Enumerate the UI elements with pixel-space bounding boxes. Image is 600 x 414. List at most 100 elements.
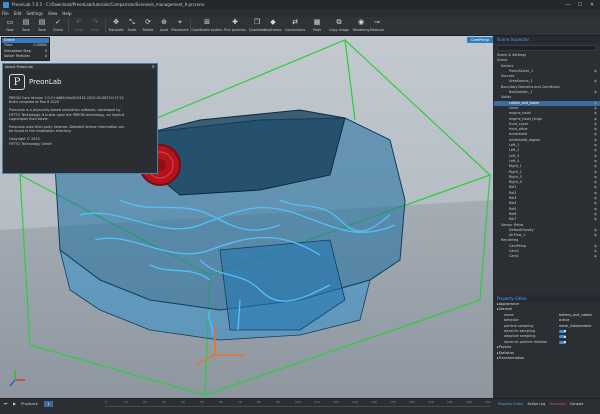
property-section-header[interactable]: ▸ Transformation xyxy=(494,356,600,361)
menu-settings[interactable]: Settings xyxy=(26,11,42,16)
placement-icon: ⌖ xyxy=(178,17,182,26)
frame-input[interactable]: 1 xyxy=(43,400,53,407)
timeline-tick-label: 30 xyxy=(162,400,166,404)
scene-info-panel: Scene Time 0.0000s Simulation Step 0 Solve… xyxy=(1,37,50,61)
menu-help[interactable]: Help xyxy=(62,11,71,16)
timeline-tick-label: 130 xyxy=(352,400,358,404)
toolbar-save-button[interactable]: ▤ Save xyxy=(34,17,50,35)
duplicate-icon: ❐ xyxy=(253,18,261,26)
tree-item-label: DefaultGravity xyxy=(509,227,534,232)
toolbar-coordinate-system-button[interactable]: ⊞ Coordinate system xyxy=(191,17,222,35)
tree-item-label: cables_and_tubes xyxy=(509,100,540,105)
timeline-tick-label: 40 xyxy=(181,400,185,404)
toolbar-undo-button[interactable]: ↶ Undo xyxy=(71,17,87,35)
timeline-tick-label: 20 xyxy=(143,400,147,404)
about-dialog-title: About PreonLab xyxy=(5,65,33,69)
menu-bar: File Edit Settings View Help xyxy=(0,9,600,17)
toolbar-copy-image-button[interactable]: ⧉ Copy image xyxy=(325,17,353,35)
timeline-tick-label: 10 xyxy=(124,400,128,404)
about-close-button[interactable]: ✕ xyxy=(152,64,155,69)
toolbar-plots-button[interactable]: ▦ Plots xyxy=(309,17,325,35)
toolbar-duplicate-button[interactable]: ❐ Duplicate xyxy=(249,17,265,35)
timeline-tick-label: 160 xyxy=(409,400,415,404)
timeline-tick-label: 50 xyxy=(200,400,204,404)
timeline-tick-label: 140 xyxy=(371,400,377,404)
toggle-switch[interactable] xyxy=(559,335,566,339)
toolbar-placement-button[interactable]: ⌖ Placement xyxy=(171,17,188,35)
tree-item-label: Right_1 xyxy=(509,164,522,169)
toolbar-save-button[interactable]: ▤ Save xyxy=(18,17,34,35)
toolbar-pick-particles-button[interactable]: ✚ Pick particles xyxy=(221,17,249,35)
tree-item-label: Cam1 xyxy=(509,254,519,259)
about-description: PreonLab is a physically-based simulatio… xyxy=(9,108,125,121)
toolbar-button-label: Keyframes xyxy=(264,28,282,32)
maximize-button[interactable]: ☐ xyxy=(574,0,586,9)
toolbar-button-label: Plots xyxy=(313,28,321,32)
toolbar-separator xyxy=(68,19,69,33)
local-icon: ⊕ xyxy=(161,18,167,26)
status-action-log[interactable]: Action Log xyxy=(527,402,545,406)
company: FIFTY2 Technology GmbH xyxy=(9,141,52,146)
toolbar-button-label: Scale xyxy=(127,28,137,32)
toolbar-button-label: Rotate xyxy=(142,28,154,32)
tree-item-label: front_other xyxy=(509,127,528,132)
toolbar-button-label: Measure xyxy=(369,28,384,32)
plots-icon: ▦ xyxy=(313,18,321,26)
connections-icon: ⇄ xyxy=(292,18,298,26)
pick-particles-icon: ✚ xyxy=(232,18,238,26)
tree-item-label: BoxDomain_1 xyxy=(509,90,533,95)
tree-item-label: Left_3 xyxy=(509,153,520,158)
playback-label: Playback xyxy=(21,401,38,406)
tree-item-label: Solids xyxy=(501,95,512,100)
play-icon[interactable]: ▶ xyxy=(11,400,18,407)
visibility-icon[interactable]: ◉ xyxy=(594,254,597,259)
preonlab-logo-icon: P xyxy=(9,74,25,90)
menu-file[interactable]: File xyxy=(2,11,9,16)
toolbar-button-label: Local xyxy=(159,28,169,32)
save-as-icon: ▤ xyxy=(38,18,46,26)
toggle-switch[interactable] xyxy=(559,340,566,344)
skip-start-icon[interactable]: ⏮ xyxy=(2,400,9,407)
timeline-tick-label: 70 xyxy=(238,400,242,404)
toolbar-new-button[interactable]: ▭ New xyxy=(2,17,18,35)
toolbar-connections-button[interactable]: ⇄ Connections xyxy=(281,17,309,35)
toolbar-button-label: Redo xyxy=(90,28,100,32)
timeline-ruler[interactable]: 0 10 20 30 40 50 60 70 80 90 100 110 120 130 140 150 160… xyxy=(105,400,491,407)
about-dialog-titlebar: About PreonLab ✕ xyxy=(3,64,157,70)
status-messages[interactable]: Messages xyxy=(549,402,566,406)
build-line: Build compiled at Mar 6 2025 xyxy=(9,100,60,105)
toolbar-redo-button[interactable]: ↷ Redo xyxy=(87,17,103,35)
close-button[interactable]: ✕ xyxy=(586,0,598,9)
toolbar-rotate-button[interactable]: ⟳ Rotate xyxy=(140,17,156,35)
title-bar: PreonLab 7.0.5 - C:/Download/PreonLab/tu… xyxy=(0,0,600,9)
tree-item-label: AreaSource_1 xyxy=(509,79,533,84)
toolbar-translate-button[interactable]: ✥ Translate xyxy=(108,17,124,35)
status-console[interactable]: Console xyxy=(570,402,583,406)
scene-tree: Scene & Settings Scene Solvers PreonSolver_… xyxy=(494,53,600,260)
tree-item-label: Solvers xyxy=(501,63,514,68)
toolbar-button-label: Connections xyxy=(284,28,306,32)
toggle-switch[interactable] xyxy=(559,329,566,333)
menu-view[interactable]: View xyxy=(48,11,58,16)
toolbar-button-label: Translate xyxy=(108,28,124,32)
property-list: ▸ Appearance ▸ General name battery_and_cab… xyxy=(494,302,600,361)
camera-label[interactable]: CamPersp xyxy=(467,37,493,43)
tree-item-label: CamPersp xyxy=(509,243,527,248)
menu-edit[interactable]: Edit xyxy=(14,11,22,16)
toolbar-keyframes-button[interactable]: ◆ Keyframes xyxy=(264,17,282,35)
minimize-button[interactable]: — xyxy=(562,0,574,9)
toolbar-local-button[interactable]: ⊕ Local xyxy=(156,17,172,35)
timeline-tick-label: 90 xyxy=(276,400,280,404)
tree-item-label: Rel2 xyxy=(509,190,517,195)
status-property-editor[interactable]: Property Editor xyxy=(498,402,523,406)
about-license: PreonLab uses third party libraries. Det… xyxy=(9,125,125,134)
window-title: PreonLab 7.0.5 - C:/Download/PreonLab/tu… xyxy=(12,2,205,7)
toolbar-rendering-button[interactable]: ◉ Rendering xyxy=(353,17,370,35)
scene-search-input[interactable] xyxy=(497,45,597,51)
tree-item-label: Rendering xyxy=(501,238,519,243)
toolbar-check-button[interactable]: ✓ Check xyxy=(50,17,66,35)
toolbar-scale-button[interactable]: ⤡ Scale xyxy=(124,17,140,35)
toolbar-measure-button[interactable]: ⊸ Measure xyxy=(369,17,385,35)
tree-item[interactable]: Cam1 ◉ xyxy=(494,254,600,259)
tree-item-label: engine_hood xyxy=(509,111,531,116)
